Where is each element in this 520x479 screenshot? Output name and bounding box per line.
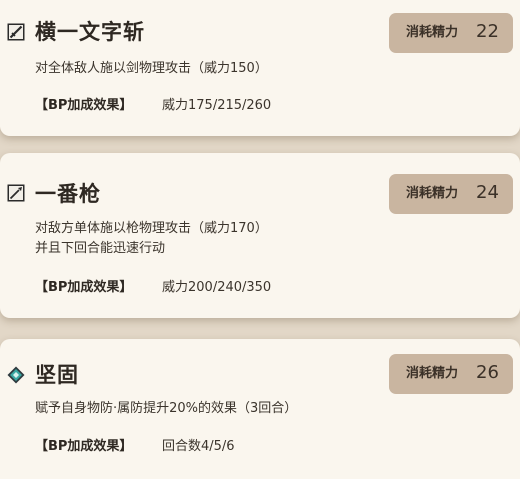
skill-description: 对敌方单体施以枪物理攻击（威力170） 并且下回合能迅速行动 (35, 219, 268, 259)
skill-description: 对全体敌人施以剑物理攻击（威力150） (35, 59, 268, 79)
skill-card[interactable]: 坚固 消耗精力 26 赋予自身物防·属防提升20%的效果（3回合） 【BP加成效… (0, 339, 520, 479)
skill-card[interactable]: 一番枪 消耗精力 24 对敌方单体施以枪物理攻击（威力170） 并且下回合能迅速… (0, 153, 520, 318)
skill-description: 赋予自身物防·属防提升20%的效果（3回合） (35, 399, 297, 419)
cost-value: 22 (476, 21, 499, 42)
description-line: 对敌方单体施以枪物理攻击（威力170） (35, 221, 268, 236)
buff-diamond-icon (7, 366, 25, 384)
bp-bonus-value: 威力200/240/350 (162, 280, 272, 295)
bp-bonus-value: 回合数4/5/6 (162, 439, 235, 454)
cost-value: 26 (476, 362, 499, 383)
sword-slash-icon (7, 23, 25, 41)
bp-bonus-label: 【BP加成效果】 (35, 280, 133, 295)
spear-icon (7, 184, 25, 202)
skill-name: 坚固 (35, 363, 79, 387)
cost-badge: 消耗精力 24 (389, 174, 513, 214)
description-line: 并且下回合能迅速行动 (35, 241, 166, 256)
cost-label: 消耗精力 (406, 25, 459, 40)
description-line: 赋予自身物防·属防提升20%的效果（3回合） (35, 401, 298, 416)
cost-label: 消耗精力 (406, 366, 459, 381)
skill-name: 一番枪 (35, 182, 101, 206)
bp-bonus-label: 【BP加成效果】 (35, 439, 133, 454)
description-line: 对全体敌人施以剑物理攻击（威力150） (35, 61, 268, 76)
cost-badge: 消耗精力 22 (389, 13, 513, 53)
bp-bonus-label: 【BP加成效果】 (35, 98, 133, 113)
cost-value: 24 (476, 182, 499, 203)
skill-card[interactable]: 横一文字斩 消耗精力 22 对全体敌人施以剑物理攻击（威力150） 【BP加成效… (0, 0, 520, 136)
cost-label: 消耗精力 (406, 186, 459, 201)
skill-name: 横一文字斩 (35, 20, 145, 44)
bp-bonus-value: 威力175/215/260 (162, 98, 272, 113)
cost-badge: 消耗精力 26 (389, 354, 513, 394)
